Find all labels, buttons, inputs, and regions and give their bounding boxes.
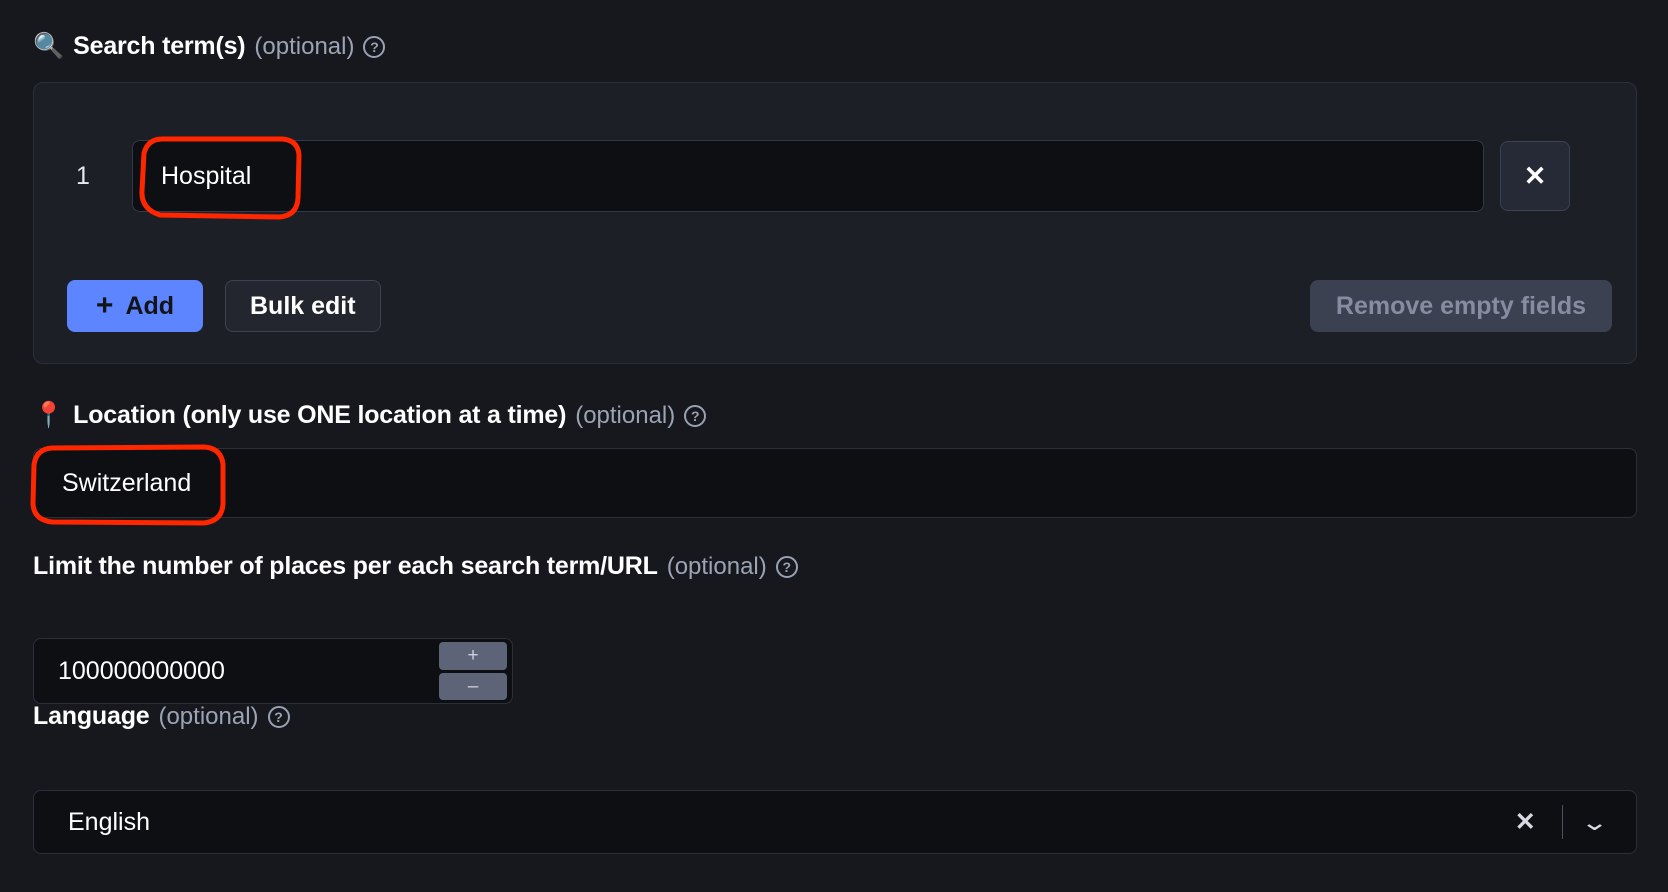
decrement-button[interactable]: –	[439, 672, 507, 700]
location-input[interactable]	[33, 448, 1637, 518]
search-terms-optional: (optional)	[254, 32, 355, 60]
limit-optional: (optional)	[666, 552, 767, 580]
limit-label: Limit the number of places per each sear…	[33, 552, 798, 581]
language-select[interactable]: English ✕ ⌄	[33, 790, 1637, 854]
search-terms-actions: + Add Bulk edit Remove empty fields	[67, 280, 1612, 332]
add-button[interactable]: + Add	[67, 280, 203, 332]
location-optional: (optional)	[575, 401, 676, 429]
search-terms-title: Search term(s)	[73, 32, 246, 60]
plus-icon: +	[95, 289, 114, 322]
language-selected-value: English	[68, 807, 150, 836]
help-icon[interactable]: ?	[267, 705, 290, 728]
search-term-input[interactable]	[132, 140, 1484, 212]
remove-empty-fields-button[interactable]: Remove empty fields	[1309, 280, 1612, 332]
search-terms-label: 🔍 Search term(s) (optional) ?	[33, 32, 386, 61]
language-title: Language	[33, 702, 150, 730]
search-term-row: 1 ✕	[34, 140, 1636, 212]
help-icon[interactable]: ?	[684, 404, 707, 427]
clear-icon[interactable]: ✕	[1501, 807, 1550, 837]
location-title: Location (only use ONE location at a tim…	[73, 401, 567, 429]
divider	[1561, 805, 1563, 839]
search-terms-panel: 1 ✕ + Add Bulk edit Remove empty fields	[33, 82, 1637, 364]
remove-search-term-button[interactable]: ✕	[1500, 141, 1570, 211]
chevron-down-icon[interactable]: ⌄	[1565, 809, 1624, 836]
help-icon[interactable]: ?	[775, 555, 798, 578]
language-label: Language (optional) ?	[33, 702, 290, 731]
magnifying-glass-icon: 🔍	[33, 32, 65, 60]
language-optional: (optional)	[158, 702, 259, 730]
help-icon[interactable]: ?	[363, 35, 386, 58]
map-pin-icon: 📍	[33, 401, 65, 429]
location-label: 📍 Location (only use ONE location at a t…	[33, 401, 707, 430]
bulk-edit-button[interactable]: Bulk edit	[225, 280, 381, 332]
limit-field: + –	[33, 638, 513, 704]
add-button-label: Add	[125, 291, 175, 320]
search-term-index: 1	[76, 161, 90, 190]
limit-stepper: + –	[439, 642, 507, 700]
form-page: 🔍 Search term(s) (optional) ? 1 ✕ + Add …	[0, 0, 1668, 892]
increment-button[interactable]: +	[439, 642, 507, 670]
limit-title: Limit the number of places per each sear…	[33, 552, 658, 580]
